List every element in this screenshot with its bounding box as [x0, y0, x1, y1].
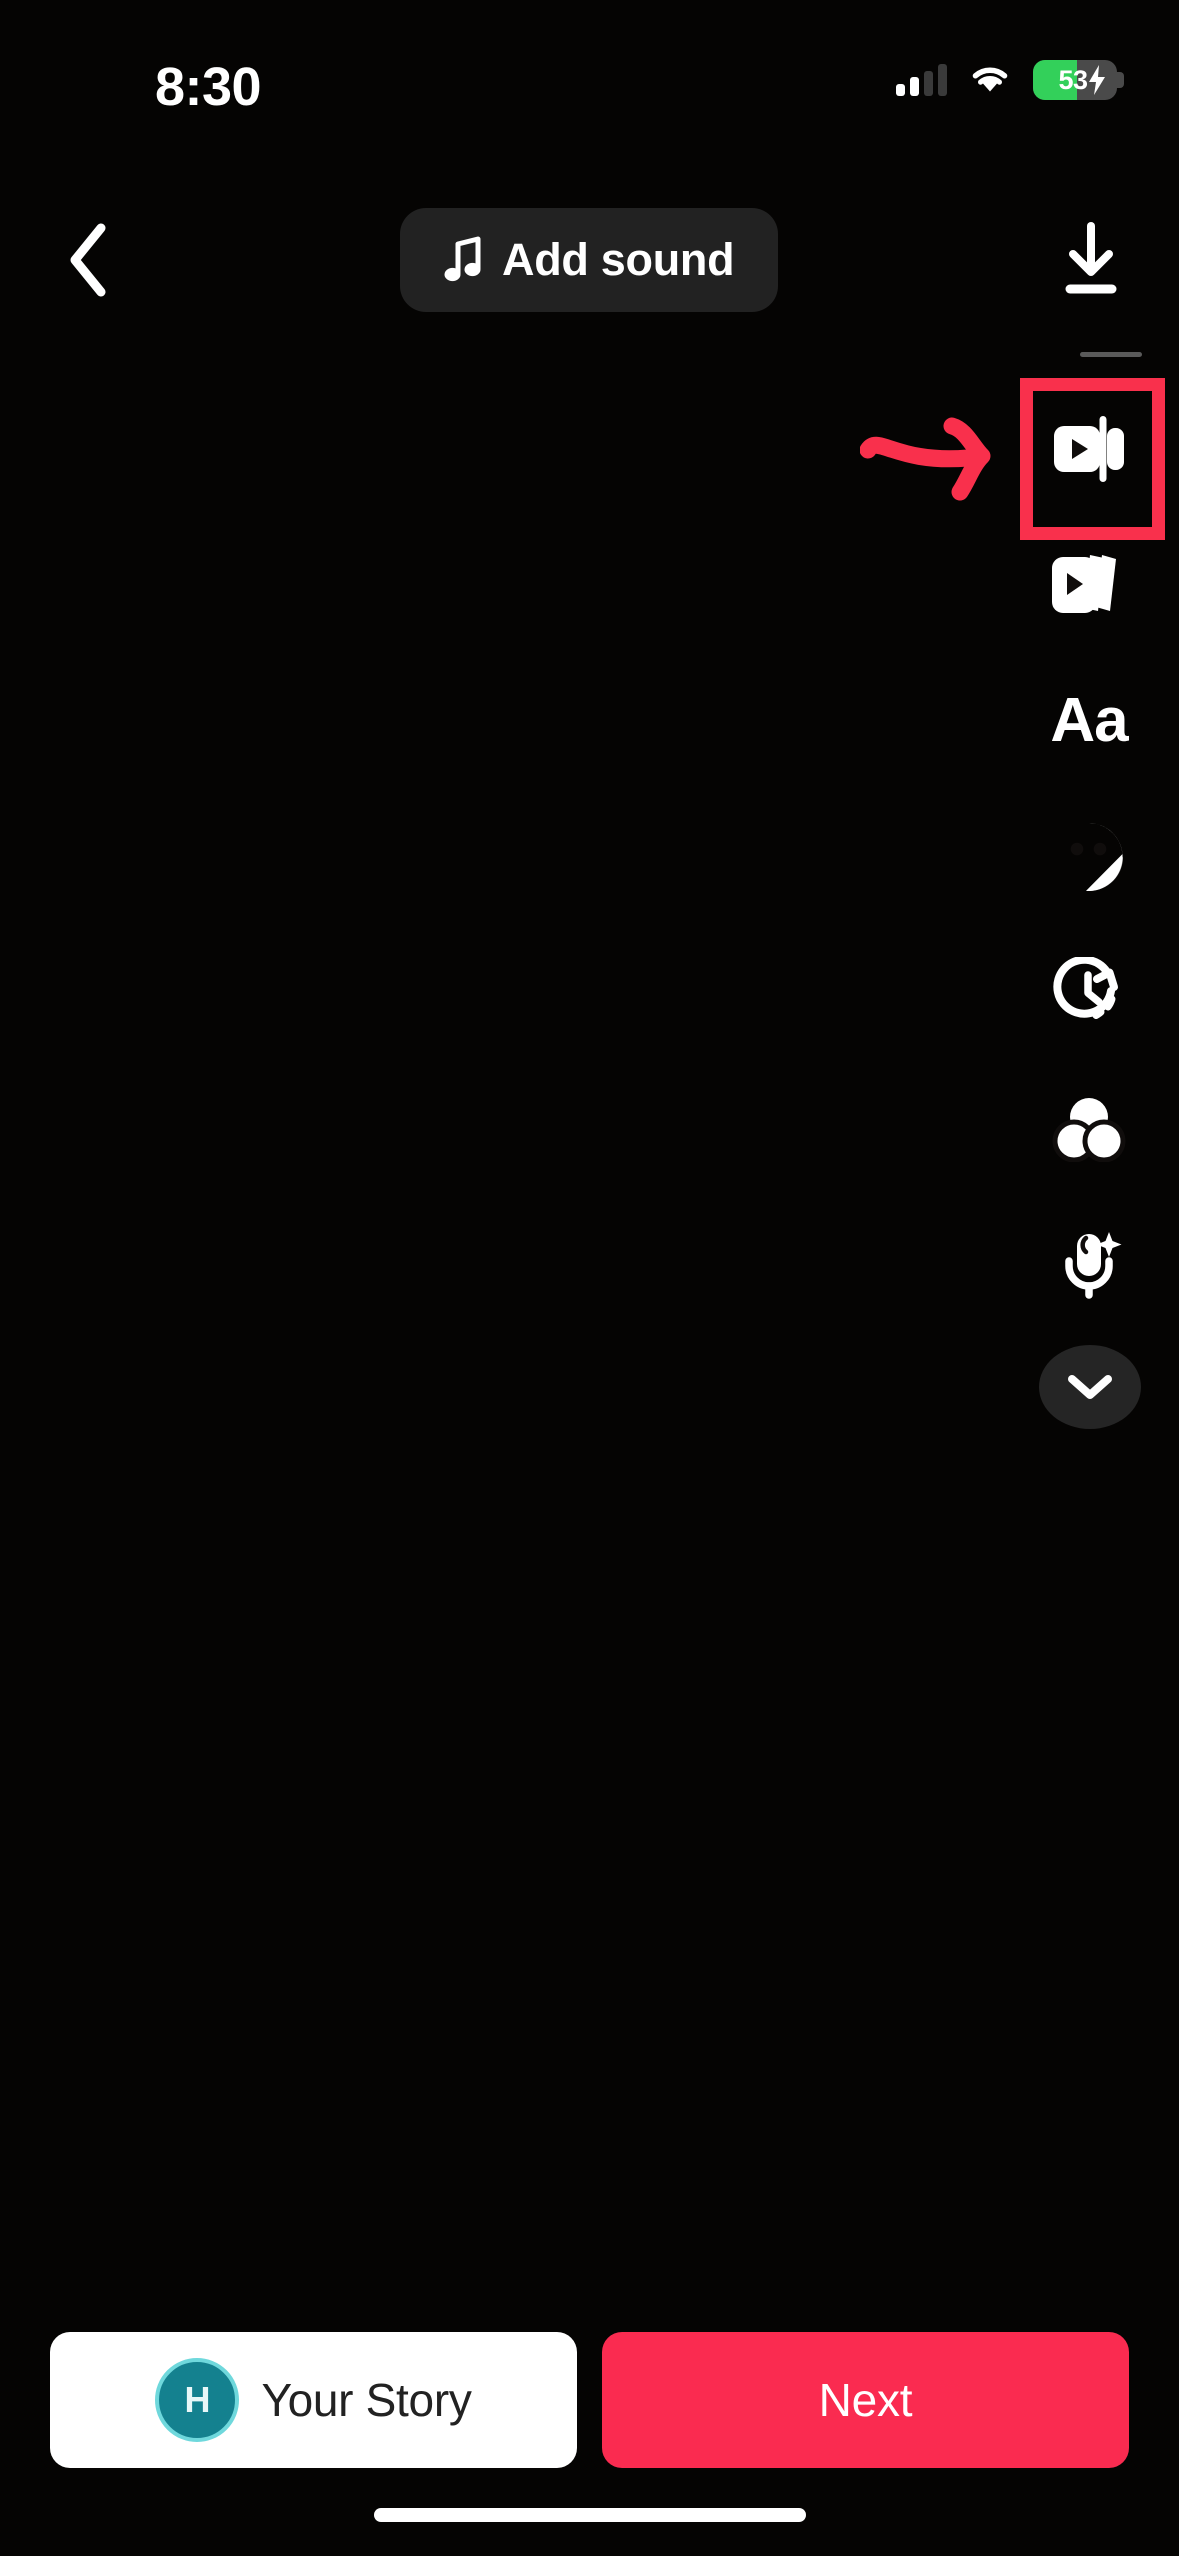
back-button[interactable] — [40, 212, 136, 308]
toolbar-item-edit-video[interactable] — [1021, 381, 1157, 517]
home-indicator[interactable] — [374, 2508, 806, 2522]
toolbar-collapse-button[interactable] — [1039, 1345, 1141, 1429]
phone-screen: 8:30 53 — [0, 0, 1179, 2556]
text-aa-icon: Aa — [1050, 690, 1127, 752]
next-label: Next — [819, 2373, 913, 2427]
toolbar-divider — [1080, 352, 1142, 357]
add-sound-label: Add sound — [502, 234, 734, 286]
curved-arrow-right-icon — [860, 408, 1030, 504]
chevron-down-icon — [1067, 1373, 1113, 1401]
status-bar-time: 8:30 — [155, 56, 261, 118]
toolbar-item-stickers[interactable] — [1021, 789, 1157, 925]
download-icon — [1058, 222, 1124, 298]
download-button[interactable] — [1043, 212, 1139, 308]
next-button[interactable]: Next — [602, 2332, 1129, 2468]
timer-clock-icon — [1052, 957, 1126, 1029]
status-bar: 8:30 53 — [0, 0, 1179, 160]
chevron-left-icon — [65, 222, 111, 298]
status-bar-indicators: 53 — [896, 60, 1117, 100]
avatar: H — [155, 2358, 239, 2442]
charging-bolt-icon — [1087, 65, 1107, 95]
bottom-action-bar: H Your Story Next — [0, 2296, 1179, 2556]
video-trim-icon — [1052, 414, 1126, 484]
toolbar-item-clips[interactable] — [1021, 517, 1157, 653]
clips-stack-icon — [1050, 549, 1128, 621]
toolbar-item-timer[interactable] — [1021, 925, 1157, 1061]
filters-circles-icon — [1052, 1096, 1126, 1162]
microphone-sparkle-icon — [1053, 1228, 1125, 1302]
your-story-label: Your Story — [261, 2373, 471, 2427]
music-note-icon — [444, 236, 484, 284]
sticker-smiley-icon — [1053, 821, 1125, 893]
toolbar-item-effects[interactable] — [1021, 1061, 1157, 1197]
toolbar-item-voice-effects[interactable] — [1021, 1197, 1157, 1333]
toolbar-item-text[interactable]: Aa — [1021, 653, 1157, 789]
add-sound-button[interactable]: Add sound — [400, 208, 778, 312]
avatar-initial: H — [184, 2379, 210, 2421]
wifi-icon — [969, 62, 1011, 99]
cellular-signal-icon — [896, 64, 947, 96]
battery-icon: 53 — [1033, 60, 1117, 100]
top-navigation-bar: Add sound — [0, 196, 1179, 324]
your-story-button[interactable]: H Your Story — [50, 2332, 577, 2468]
